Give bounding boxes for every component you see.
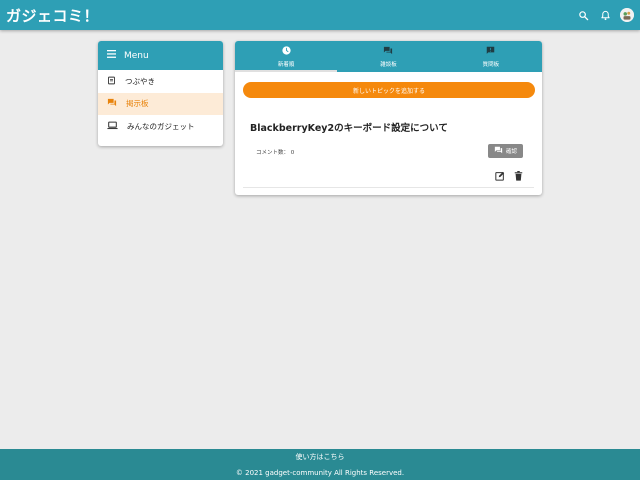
sidebar-menu: Menu つぶやき 掲示板 みんなのガジェット [98,41,223,146]
clock-icon [282,45,291,57]
edit-icon[interactable] [495,166,505,185]
help-link[interactable]: 使い方はこちら [296,452,345,462]
sidebar-item-gadgets[interactable]: みんなのガジェット [98,115,223,138]
comment-count-value: 0 [290,150,295,156]
comment-count-label: コメント数： [256,150,290,156]
board-tabs: 新着順 雑談板 質問板 [235,41,542,72]
sidebar-title: Menu [124,50,149,61]
sidebar-header[interactable]: Menu [98,41,223,70]
add-topic-button[interactable]: 新しいトピックを追加する [243,82,535,98]
menu-icon[interactable] [107,50,116,61]
confirm-button[interactable]: 確認 [488,144,523,158]
delete-icon[interactable] [514,166,523,185]
sidebar-item-label: 掲示板 [126,99,149,109]
app-title[interactable]: ガジェコミ！ [6,5,99,26]
divider [243,187,534,188]
sidebar-item-tsubuyaki[interactable]: つぶやき [98,70,223,93]
copyright: © 2021 gadget-community All Rights Reser… [235,469,405,477]
forum-icon [383,46,393,57]
tab-question-board[interactable]: 質問板 [440,41,542,72]
topic-title[interactable]: BlackberryKey2のキーボード設定について [250,120,448,134]
forum-icon [107,98,117,109]
bell-icon[interactable] [598,8,612,22]
tab-label: 雑談板 [380,61,397,68]
laptop-icon [107,121,118,132]
tab-label: 新着順 [277,61,295,68]
search-icon[interactable] [576,8,590,22]
tab-label: 質問板 [482,61,500,68]
feedback-icon [486,46,495,57]
app-bar-actions [576,8,634,22]
footer: 使い方はこちら © 2021 gadget-community All Righ… [0,449,640,480]
app-bar: ガジェコミ！ [0,0,640,30]
tab-chat-board[interactable]: 雑談板 [337,41,439,72]
sidebar-item-label: つぶやき [125,76,155,86]
sidebar-item-label: みんなのガジェット [127,121,195,131]
sidebar-item-bulletin-board[interactable]: 掲示板 [98,92,223,115]
avatar[interactable] [620,8,634,22]
note-icon [107,76,116,87]
topics-card: 新着順 雑談板 質問板 新しいトピックを追加する BlackberryKey2の… [235,41,542,195]
confirm-button-label: 確認 [505,149,517,155]
comment-count: コメント数： 0 [256,148,294,156]
forum-icon [494,146,503,156]
tab-newest[interactable]: 新着順 [235,41,338,72]
